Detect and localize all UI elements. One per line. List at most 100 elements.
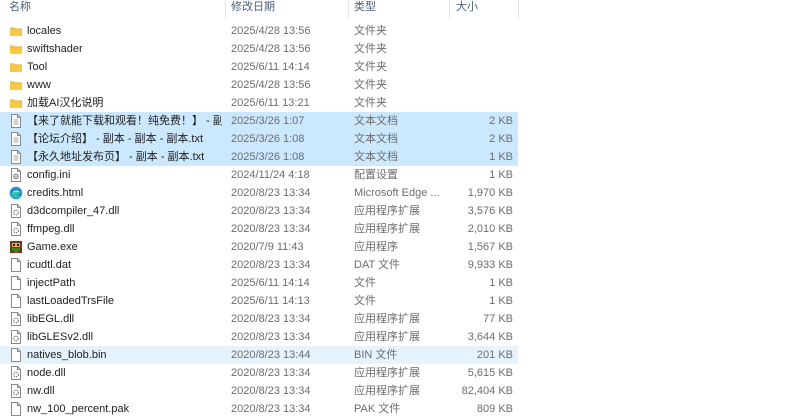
file-row[interactable]: libGLESv2.dll 2020/8/23 13:34 应用程序扩展 3,644 … (0, 328, 518, 346)
column-divider[interactable] (518, 0, 519, 18)
text-file-icon (9, 114, 23, 128)
file-row[interactable]: node.dll 2020/8/23 13:34 应用程序扩展 5,615 KB (0, 364, 518, 382)
file-size: 1,970 KB (467, 187, 513, 199)
file-size: 1 KB (489, 295, 513, 307)
file-row[interactable]: nw.dll 2020/8/23 13:34 应用程序扩展 82,404 KB (0, 382, 518, 400)
column-header-type[interactable]: 类型 (354, 0, 376, 18)
file-name: nw_100_percent.pak (27, 403, 130, 415)
file-row[interactable]: 【永久地址发布页】 - 副本 - 副本.txt 2025/3/26 1:08 文本文… (0, 148, 518, 166)
file-size: 2,010 KB (467, 223, 513, 235)
file-name: lastLoadedTrsFile (27, 295, 115, 307)
file-size (430, 40, 513, 58)
file-size: 9,933 KB (467, 259, 513, 271)
file-size: 1 KB (489, 151, 513, 163)
file-date: 2025/6/11 14:14 (231, 277, 310, 289)
column-divider[interactable] (348, 0, 349, 18)
file-row[interactable]: config.ini 2024/11/24 4:18 配置设置 1 KB (0, 166, 518, 184)
file-row[interactable]: www 2025/4/28 13:56 文件夹 (0, 76, 518, 94)
folder-icon (9, 96, 23, 110)
dll-file-icon (9, 222, 23, 236)
dll-file-icon (9, 330, 23, 344)
game-exe-icon (9, 240, 23, 254)
file-name: 【来了就能下载和观看！纯免费！】 - 副... (27, 115, 222, 127)
file-name: icudtl.dat (27, 259, 72, 271)
file-date: 2020/8/23 13:34 (231, 385, 311, 397)
file-date: 2020/8/23 13:34 (231, 187, 311, 199)
file-date: 2020/8/23 13:34 (231, 223, 311, 235)
file-date: 2025/6/11 14:13 (231, 295, 310, 307)
file-date: 2025/4/28 13:56 (231, 25, 311, 37)
file-row[interactable]: Game.exe 2020/7/9 11:43 应用程序 1,567 KB (0, 238, 518, 256)
file-row[interactable]: d3dcompiler_47.dll 2020/8/23 13:34 应用程序扩展 3… (0, 202, 518, 220)
file-row[interactable]: locales 2025/4/28 13:56 文件夹 (0, 22, 518, 40)
file-name: d3dcompiler_47.dll (27, 205, 120, 217)
folder-icon (9, 60, 23, 74)
file-date: 2025/3/26 1:07 (231, 115, 305, 127)
file-size: 77 KB (483, 313, 513, 325)
dll-file-icon (9, 366, 23, 380)
column-header-date[interactable]: 修改日期 (231, 0, 275, 18)
file-date: 2025/3/26 1:08 (231, 151, 305, 163)
file-date: 2025/6/11 14:14 (231, 61, 310, 73)
file-row[interactable]: Tool 2025/6/11 14:14 文件夹 (0, 58, 518, 76)
blank-file-icon (9, 258, 23, 272)
column-divider[interactable] (225, 0, 226, 18)
text-file-icon (9, 132, 23, 146)
file-size: 809 KB (476, 403, 513, 415)
dll-file-icon (9, 312, 23, 326)
file-size (430, 22, 513, 40)
dll-file-icon (9, 204, 23, 218)
folder-icon (9, 42, 23, 56)
file-date: 2020/8/23 13:34 (231, 331, 311, 343)
file-name: injectPath (27, 277, 76, 289)
file-name: config.ini (27, 169, 71, 181)
file-name: libEGL.dll (27, 313, 75, 325)
file-row[interactable]: 加载AI汉化说明 2025/6/11 13:21 文件夹 (0, 94, 518, 112)
file-row[interactable]: swiftshader 2025/4/28 13:56 文件夹 (0, 40, 518, 58)
file-size: 2 KB (489, 115, 513, 127)
file-row[interactable]: injectPath 2025/6/11 14:14 文件 1 KB (0, 274, 518, 292)
file-row[interactable]: icudtl.dat 2020/8/23 13:34 DAT 文件 9,933 KB (0, 256, 518, 274)
file-size: 2 KB (489, 133, 513, 145)
file-name: locales (27, 25, 62, 37)
file-size: 1,567 KB (467, 241, 513, 253)
file-row[interactable]: ffmpeg.dll 2020/8/23 13:34 应用程序扩展 2,010 KB (0, 220, 518, 238)
file-name: Tool (27, 61, 48, 73)
file-size: 1 KB (489, 277, 513, 289)
file-name: Game.exe (27, 241, 78, 253)
folder-icon (9, 78, 23, 92)
column-divider[interactable] (449, 0, 450, 18)
file-name: 【论坛介绍】 - 副本 - 副本 - 副本.txt (27, 133, 203, 145)
file-date: 2025/3/26 1:08 (231, 133, 305, 145)
file-row[interactable]: credits.html 2020/8/23 13:34 Microsoft Edg… (0, 184, 518, 202)
column-header-name[interactable]: 名称 (9, 0, 31, 18)
blank-file-icon (9, 294, 23, 308)
blank-file-icon (9, 402, 23, 416)
file-row[interactable]: 【来了就能下载和观看！纯免费！】 - 副... 2025/3/26 1:07 文本文… (0, 112, 518, 130)
blank-file-icon (9, 348, 23, 362)
file-row[interactable]: libEGL.dll 2020/8/23 13:34 应用程序扩展 77 KB (0, 310, 518, 328)
file-name: ffmpeg.dll (27, 223, 75, 235)
file-date: 2025/4/28 13:56 (231, 43, 311, 55)
file-name: libGLESv2.dll (27, 331, 94, 343)
file-row[interactable]: lastLoadedTrsFile 2025/6/11 14:13 文件 1 KB (0, 292, 518, 310)
file-size: 82,404 KB (461, 385, 513, 397)
file-row[interactable]: nw_100_percent.pak 2020/8/23 13:34 PAK 文件 8… (0, 400, 518, 418)
text-file-icon (9, 150, 23, 164)
file-date: 2025/4/28 13:56 (231, 79, 311, 91)
file-date: 2020/8/23 13:34 (231, 259, 311, 271)
column-header-bar: 名称 修改日期 类型 大小 (0, 0, 800, 18)
folder-icon (9, 24, 23, 38)
column-header-size[interactable]: 大小 (456, 0, 478, 18)
file-row[interactable]: 【论坛介绍】 - 副本 - 副本 - 副本.txt 2025/3/26 1:08 文… (0, 130, 518, 148)
file-date: 2020/8/23 13:34 (231, 367, 311, 379)
file-name: natives_blob.bin (27, 349, 107, 361)
file-name: swiftshader (27, 43, 83, 55)
file-size: 3,644 KB (467, 331, 513, 343)
file-name: node.dll (27, 367, 66, 379)
dll-file-icon (9, 384, 23, 398)
file-row[interactable]: natives_blob.bin 2020/8/23 13:44 BIN 文件 201… (0, 346, 518, 364)
file-date: 2025/6/11 13:21 (231, 97, 310, 109)
file-date: 2020/8/23 13:44 (231, 349, 311, 361)
file-size (430, 94, 513, 112)
